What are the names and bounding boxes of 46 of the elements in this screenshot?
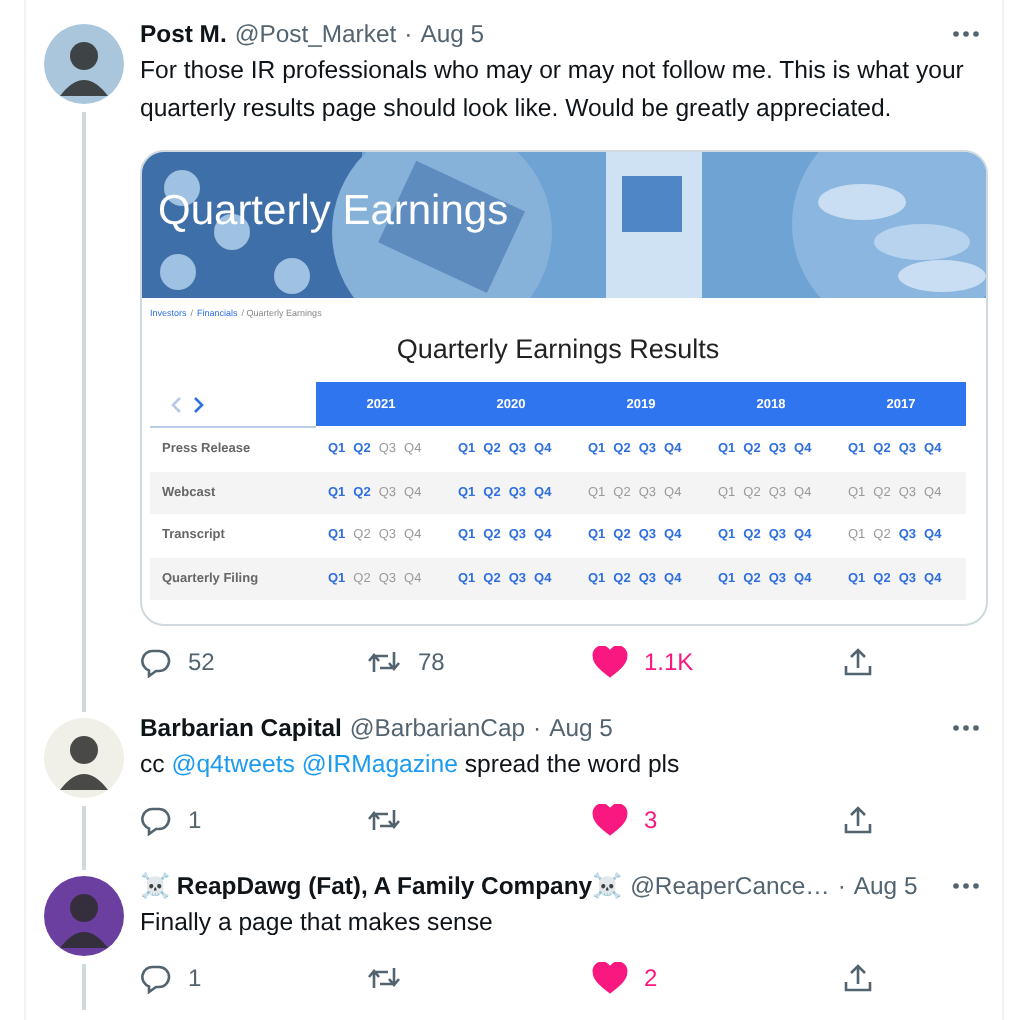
author-name[interactable]: ☠ ReapDawg (Fat), A Family Company☠: [140, 872, 623, 900]
avatar[interactable]: [43, 876, 123, 956]
retweet-icon[interactable]: [366, 646, 402, 678]
tweet-text: For those IR professionals who may or may not follow me. This is what your quarterly results page should look like. Would be greatly appreciated.: [140, 54, 966, 126]
heart-icon[interactable]: [592, 962, 628, 994]
retweet-icon[interactable]: [366, 804, 402, 836]
count: 78: [418, 648, 445, 676]
user-handle[interactable]: @ReaperCance…: [630, 872, 830, 900]
author-name[interactable]: Barbarian Capital: [140, 714, 342, 742]
tweet-date[interactable]: Aug 5: [420, 20, 485, 48]
next-icon[interactable]: [192, 395, 206, 413]
reply-icon[interactable]: [140, 804, 172, 836]
count: 3: [644, 806, 658, 834]
count: 1: [188, 806, 202, 834]
author-name[interactable]: Post M.: [140, 20, 227, 48]
mention-link[interactable]: @q4tweets: [171, 750, 295, 778]
page-heading: Quarterly Earnings Results: [394, 334, 722, 364]
heart-icon[interactable]: [592, 804, 628, 836]
mention-link[interactable]: @IRMagazine: [301, 750, 458, 778]
reply-icon[interactable]: [140, 646, 172, 678]
share-icon[interactable]: [842, 646, 874, 678]
avatar[interactable]: [43, 718, 123, 798]
share-icon[interactable]: [842, 962, 874, 994]
count: 1: [188, 964, 202, 992]
user-handle[interactable]: @Post_Market: [234, 20, 397, 48]
count: 2: [644, 964, 658, 992]
more-icon[interactable]: [952, 882, 980, 890]
separator: ·: [533, 714, 542, 742]
separator: ·: [404, 20, 413, 48]
retweet-icon[interactable]: [366, 962, 402, 994]
separator: ·: [837, 872, 846, 900]
reply-icon[interactable]: [140, 962, 172, 994]
tweet-text: Finally a page that makes sense: [140, 906, 495, 940]
share-icon[interactable]: [842, 804, 874, 836]
tweet-text: cc @q4tweets @IRMagazine spread the word pls: [140, 748, 682, 782]
banner-title: Quarterly Earnings: [158, 188, 509, 236]
tweet-date[interactable]: Aug 5: [853, 872, 918, 900]
count: 52: [188, 648, 215, 676]
user-handle[interactable]: @BarbarianCap: [349, 714, 525, 742]
more-icon[interactable]: [952, 30, 980, 38]
tweet-date[interactable]: Aug 5: [549, 714, 613, 742]
more-icon[interactable]: [952, 724, 980, 732]
count: 1.1K: [644, 648, 694, 676]
heart-icon[interactable]: [592, 646, 628, 678]
avatar[interactable]: [43, 24, 123, 104]
embedded-image[interactable]: [140, 150, 988, 626]
